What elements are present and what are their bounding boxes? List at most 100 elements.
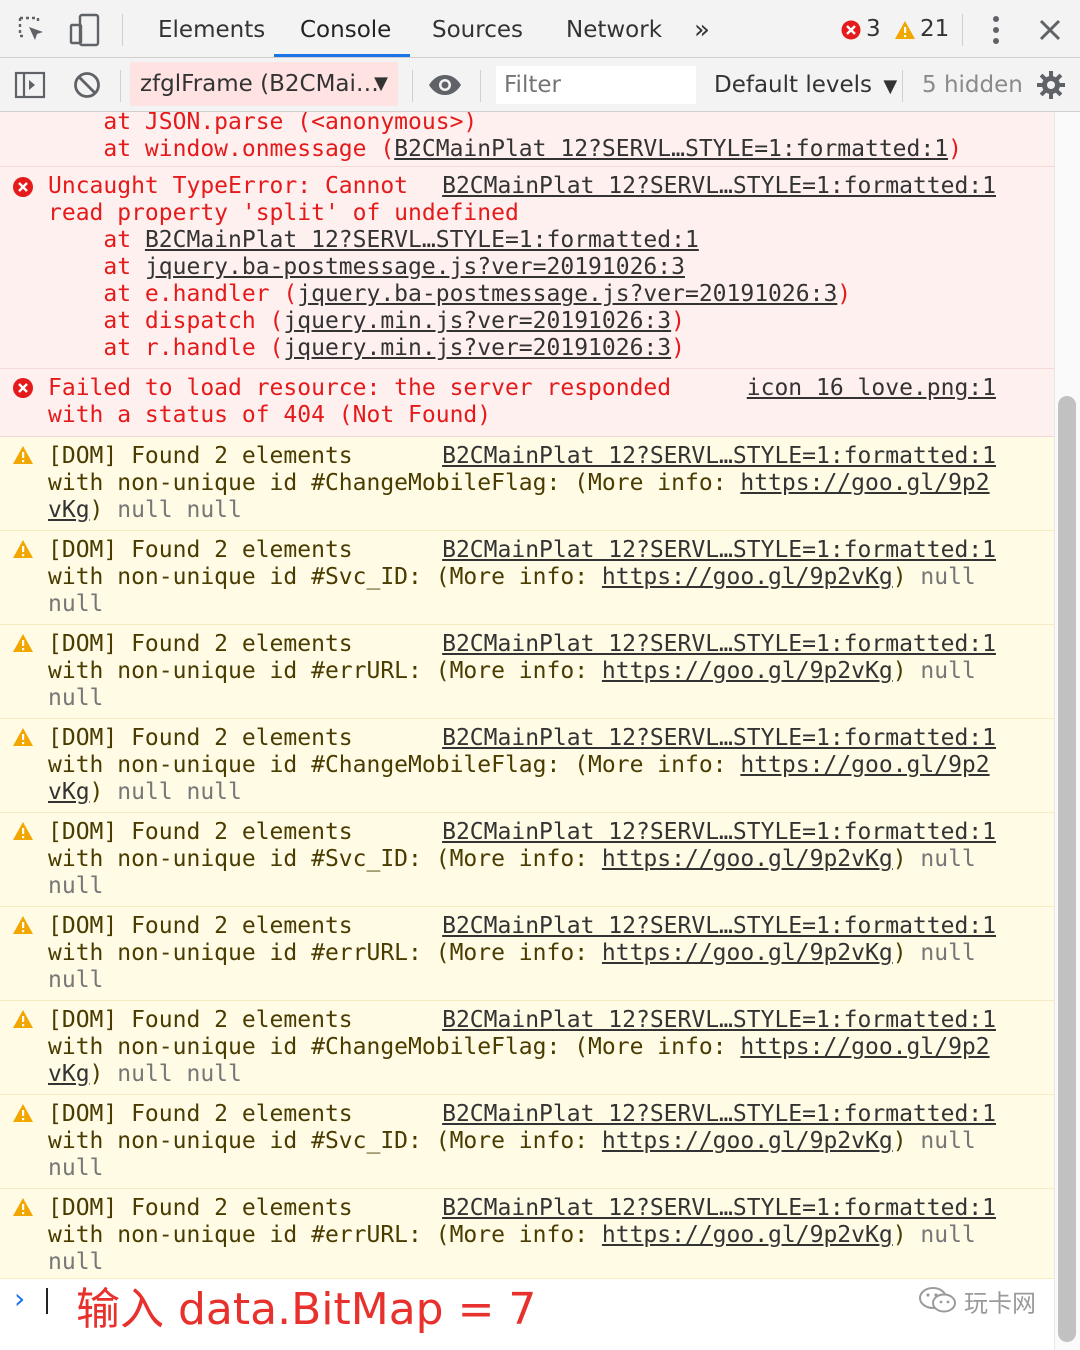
warning-icon (12, 539, 34, 565)
warning-icon (12, 1197, 34, 1223)
console-warning-message: [DOM] Found 2 elements B2CMainPlat 12?SE… (0, 531, 1054, 625)
hidden-messages-count[interactable]: 5 hidden (922, 58, 1023, 112)
console-scrollbar-thumb[interactable] (1058, 396, 1076, 1342)
stack-line: at e.handler (jquery.ba-postmessage.js?v… (48, 281, 852, 307)
info-link[interactable]: https://goo.gl/9p2 (740, 752, 989, 778)
warning-text: vKg) null null (48, 779, 242, 805)
console-settings-gear-icon[interactable] (1034, 68, 1068, 102)
clear-console-icon[interactable] (70, 69, 104, 101)
tab-sources[interactable]: Sources (432, 0, 523, 58)
console-warning-message: [DOM] Found 2 elements B2CMainPlat 12?SE… (0, 1095, 1054, 1189)
more-options-icon[interactable] (984, 14, 1008, 46)
chevron-down-icon: ▼ (374, 73, 388, 94)
tab-network[interactable]: Network (566, 0, 662, 58)
source-link[interactable]: jquery.ba-postmessage.js?ver=20191026:3 (297, 281, 837, 307)
warning-text: with non-unique id #errURL: (More info: … (48, 1222, 976, 1248)
info-link[interactable]: https://goo.gl/9p2vKg (602, 658, 893, 684)
source-link[interactable]: icon 16 love.png:1 (747, 375, 996, 402)
source-link[interactable]: B2CMainPlat 12?SERVL…STYLE=1:formatted:1 (442, 631, 996, 658)
close-devtools-icon[interactable] (1034, 14, 1066, 46)
source-link[interactable]: jquery.min.js?ver=20191026:3 (283, 308, 671, 334)
stack-line: at JSON.parse (<anonymous>) (48, 112, 478, 135)
filter-input[interactable]: Filter (496, 66, 696, 104)
info-link[interactable]: https://goo.gl/9p2vKg (602, 846, 893, 872)
warning-text: null (48, 1249, 104, 1275)
error-count[interactable]: 3 (866, 0, 881, 58)
console-warning-message: [DOM] Found 2 elements B2CMainPlat 12?SE… (0, 719, 1054, 813)
stack-line: at jquery.ba-postmessage.js?ver=20191026… (48, 254, 685, 280)
devtools-tabbar: Elements Console Sources Network » 3 21 (0, 0, 1080, 58)
console-warning-message: [DOM] Found 2 elements B2CMainPlat 12?SE… (0, 1189, 1054, 1279)
log-levels-label: Default levels (714, 72, 873, 98)
info-link[interactable]: vKg (48, 779, 90, 805)
error-text: Uncaught TypeError: Cannot (48, 173, 409, 199)
device-toolbar-icon[interactable] (66, 12, 104, 48)
stack-line: at dispatch (jquery.min.js?ver=20191026:… (48, 308, 685, 334)
text-cursor (46, 1288, 48, 1314)
warning-text: with non-unique id #errURL: (More info: … (48, 940, 976, 966)
warning-text: null (48, 967, 104, 993)
warning-text: [DOM] Found 2 elements (48, 819, 353, 845)
warning-text: with non-unique id #ChangeMobileFlag: (M… (48, 1034, 990, 1060)
warning-icon (12, 1009, 34, 1035)
warning-text: null (48, 591, 104, 617)
console-warning-message: [DOM] Found 2 elements B2CMainPlat 12?SE… (0, 907, 1054, 1001)
warning-icon (12, 445, 34, 471)
tab-console[interactable]: Console (300, 0, 391, 58)
console-warning-message: [DOM] Found 2 elements B2CMainPlat 12?SE… (0, 813, 1054, 907)
error-text: with a status of 404 (Not Found) (48, 402, 492, 428)
info-link[interactable]: https://goo.gl/9p2vKg (602, 1128, 893, 1154)
source-link[interactable]: B2CMainPlat 12?SERVL…STYLE=1:formatted:1 (442, 1195, 996, 1222)
live-expression-eye-icon[interactable] (426, 70, 464, 100)
inspect-element-icon[interactable] (14, 12, 50, 48)
warning-count-icon (893, 18, 917, 42)
wechat-logo-icon (918, 1286, 958, 1323)
warning-text: with non-unique id #Svc_ID: (More info: … (48, 564, 976, 590)
more-tabs-button[interactable]: » (694, 0, 710, 58)
warning-text: with non-unique id #ChangeMobileFlag: (M… (48, 470, 990, 496)
source-link[interactable]: jquery.min.js?ver=20191026:3 (283, 335, 671, 361)
info-link[interactable]: https://goo.gl/9p2 (740, 470, 989, 496)
active-tab-indicator (274, 54, 410, 57)
chevron-down-icon: ▼ (883, 76, 898, 97)
warning-text: null (48, 1155, 104, 1181)
source-link[interactable]: B2CMainPlat 12?SERVL…STYLE=1:formatted:1 (394, 136, 948, 162)
warning-text: vKg) null null (48, 497, 242, 523)
info-link[interactable]: https://goo.gl/9p2 (740, 1034, 989, 1060)
console-warning-message: [DOM] Found 2 elements B2CMainPlat 12?SE… (0, 437, 1054, 531)
console-error-message: Uncaught TypeError: Cannot B2CMainPlat 1… (0, 167, 1054, 369)
context-selector[interactable]: zfglFrame (B2CMai… ▼ (130, 62, 398, 106)
warning-text: [DOM] Found 2 elements (48, 443, 353, 469)
source-link[interactable]: B2CMainPlat 12?SERVL…STYLE=1:formatted:1 (442, 819, 996, 846)
warning-text: [DOM] Found 2 elements (48, 537, 353, 563)
info-link[interactable]: https://goo.gl/9p2vKg (602, 940, 893, 966)
source-link[interactable]: B2CMainPlat 12?SERVL…STYLE=1:formatted:1 (442, 537, 996, 564)
context-label: zfglFrame (B2CMai… (140, 71, 379, 97)
warning-text: with non-unique id #Svc_ID: (More info: … (48, 1128, 976, 1154)
source-link[interactable]: B2CMainPlat 12?SERVL…STYLE=1:formatted:1 (442, 725, 996, 752)
source-link[interactable]: B2CMainPlat 12?SERVL…STYLE=1:formatted:1 (145, 227, 699, 253)
source-link[interactable]: B2CMainPlat 12?SERVL…STYLE=1:formatted:1 (442, 1007, 996, 1034)
source-link[interactable]: jquery.ba-postmessage.js?ver=20191026:3 (145, 254, 685, 280)
log-levels-dropdown[interactable]: Default levels ▼ (714, 58, 897, 114)
warning-icon (12, 1103, 34, 1129)
source-link[interactable]: B2CMainPlat 12?SERVL…STYLE=1:formatted:1 (442, 173, 996, 200)
info-link[interactable]: vKg (48, 497, 90, 523)
error-text: read property 'split' of undefined (48, 200, 519, 226)
warning-count[interactable]: 21 (920, 0, 949, 58)
source-link[interactable]: B2CMainPlat 12?SERVL…STYLE=1:formatted:1 (442, 443, 996, 470)
warning-text: [DOM] Found 2 elements (48, 631, 353, 657)
warning-text: null (48, 873, 104, 899)
info-link[interactable]: https://goo.gl/9p2vKg (602, 564, 893, 590)
tab-elements[interactable]: Elements (158, 0, 265, 58)
warning-text: [DOM] Found 2 elements (48, 1195, 353, 1221)
warning-text: vKg) null null (48, 1061, 242, 1087)
sidebar-toggle-icon[interactable] (12, 69, 48, 101)
source-link[interactable]: B2CMainPlat 12?SERVL…STYLE=1:formatted:1 (442, 1101, 996, 1128)
info-link[interactable]: vKg (48, 1061, 90, 1087)
info-link[interactable]: https://goo.gl/9p2vKg (602, 1222, 893, 1248)
source-link[interactable]: B2CMainPlat 12?SERVL…STYLE=1:formatted:1 (442, 913, 996, 940)
console-input[interactable]: 输入 data.BitMap = 7 (76, 1282, 536, 1338)
error-count-icon (840, 19, 862, 41)
warning-text: [DOM] Found 2 elements (48, 1007, 353, 1033)
